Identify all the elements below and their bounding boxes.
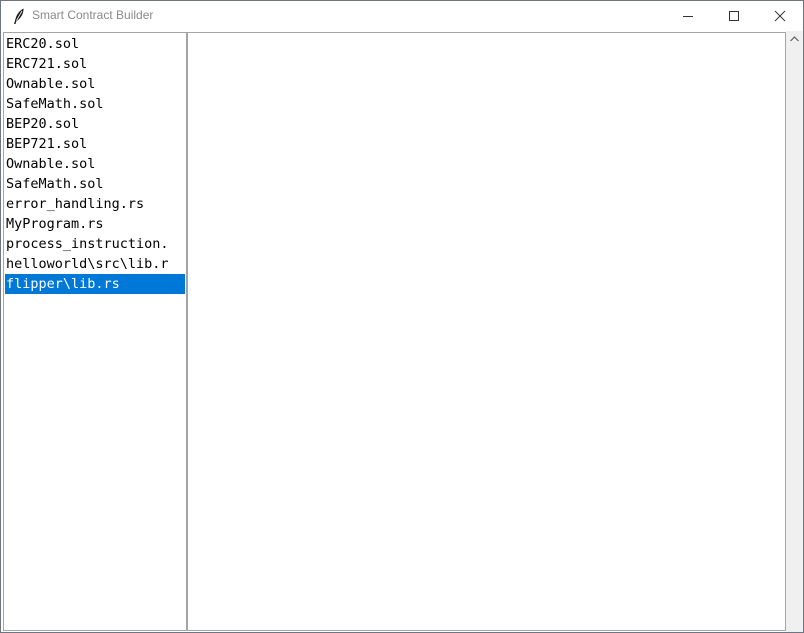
feather-icon — [11, 7, 27, 25]
file-list-item[interactable]: MyProgram.rs — [5, 214, 185, 234]
chevron-up-icon — [790, 36, 799, 42]
close-icon — [774, 10, 786, 22]
scroll-up-button[interactable] — [786, 31, 803, 48]
minimize-icon — [683, 16, 693, 17]
minimize-button[interactable] — [665, 1, 711, 31]
file-list-item[interactable]: BEP721.sol — [5, 134, 185, 154]
file-list-item[interactable]: Ownable.sol — [5, 74, 185, 94]
file-list-item[interactable]: SafeMath.sol — [5, 94, 185, 114]
file-listbox[interactable]: ERC20.sol ERC721.sol Ownable.sol SafeMath.s… — [3, 32, 187, 631]
title-bar[interactable]: Smart Contract Builder — [1, 1, 803, 31]
file-list-item[interactable]: ERC721.sol — [5, 54, 185, 74]
maximize-icon — [729, 11, 739, 21]
code-editor[interactable] — [187, 32, 786, 631]
close-button[interactable] — [757, 1, 803, 31]
client-area: ERC20.sol ERC721.sol Ownable.sol SafeMath.s… — [1, 31, 803, 632]
file-list-item[interactable]: process_instruction. — [5, 234, 185, 254]
maximize-button[interactable] — [711, 1, 757, 31]
file-list-item[interactable]: SafeMath.sol — [5, 174, 185, 194]
file-list-item[interactable]: Ownable.sol — [5, 154, 185, 174]
vertical-scrollbar[interactable] — [786, 31, 803, 632]
file-list-item[interactable]: helloworld\src\lib.r — [5, 254, 185, 274]
file-list-item[interactable]: error_handling.rs — [5, 194, 185, 214]
file-list-item[interactable]: ERC20.sol — [5, 34, 185, 54]
file-list-item[interactable]: BEP20.sol — [5, 114, 185, 134]
window-title: Smart Contract Builder — [32, 8, 154, 22]
app-window: Smart Contract Builder ERC20.sol ERC721.s… — [0, 0, 804, 633]
file-list-item[interactable]: flipper\lib.rs — [5, 274, 185, 294]
